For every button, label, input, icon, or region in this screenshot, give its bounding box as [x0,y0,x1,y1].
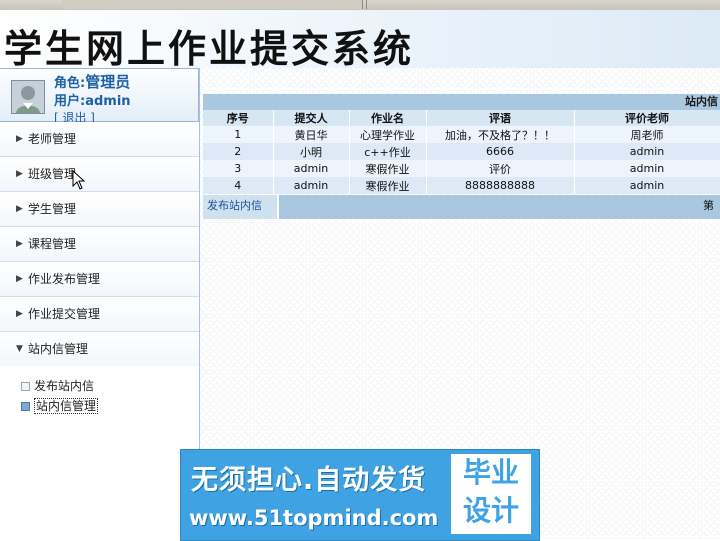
table-cell: 8888888888 [426,177,575,194]
user-avatar-icon [12,81,44,113]
table-cell: 周老师 [574,126,720,143]
watermark-url: www.51topmind.com [189,506,439,530]
submenu-item-label: 发布站内信 [34,379,95,393]
toolbar-segment [62,0,363,9]
sidebar-item-class-management[interactable]: ▶ 班级管理 [0,157,199,192]
chevron-right-icon: ▶ [16,204,23,214]
message-table: 序号 提交人 作业名 评语 评价老师 1 黄日华 心理学作业 加油，不及格了？！… [203,110,720,194]
chevron-right-icon: ▶ [16,134,23,144]
sidebar-item-homework-submit-management[interactable]: ▶ 作业提交管理 [0,297,199,332]
sidebar-item-message-management[interactable]: ▼ 站内信管理 [0,332,199,366]
column-header: 评价老师 [574,110,720,126]
chevron-down-icon: ▼ [16,344,23,354]
table-row: 4 admin 寒假作业 8888888888 admin [203,177,720,194]
sidebar-item-homework-publish-management[interactable]: ▶ 作业发布管理 [0,262,199,297]
submenu-item-publish-message[interactable]: 发布站内信 [0,376,199,396]
column-header: 序号 [203,110,274,126]
table-cell: 寒假作业 [349,160,427,177]
sidebar-item-label: 老师管理 [28,132,77,146]
table-row: 2 小明 c++作业 6666 admin [203,143,720,160]
submenu-item-message-management[interactable]: 站内信管理 [0,396,199,416]
submenu-item-label: 站内信管理 [34,398,99,414]
sidebar-item-label: 作业提交管理 [28,307,101,321]
chevron-right-icon: ▶ [16,169,23,179]
sidebar-item-label: 学生管理 [28,202,77,216]
table-cell: 4 [203,177,274,194]
role-label: 角色: [54,76,86,91]
table-cell: c++作业 [349,143,427,160]
table-cell: 评价 [426,160,575,177]
user-value: admin [85,94,131,109]
watermark-badge-bottom: 设计 [462,494,519,527]
message-panel: 站内信 序号 提交人 作业名 评语 评价老师 1 黄日华 心理学作业 加油，不及… [203,94,720,219]
table-row: 1 黄日华 心理学作业 加油，不及格了？！！ 周老师 [203,126,720,143]
column-header: 评语 [426,110,575,126]
table-cell: admin [273,160,350,177]
mouse-cursor-icon [72,170,86,190]
role-line: 角色:管理员 [54,71,130,92]
table-cell: 寒假作业 [349,177,427,194]
table-cell: admin [574,177,720,194]
watermark-badge: 毕业 设计 [451,454,531,534]
toolbar-segment [363,0,367,9]
user-line: 用户:admin [54,90,131,109]
table-cell: 6666 [426,143,575,160]
user-info-box: 角色:管理员 用户:admin [ 退出 ] [0,68,199,125]
sidebar: 角色:管理员 用户:admin [ 退出 ] ▶ 老师管理 ▶ 班级管理 ▶ 学… [0,68,200,539]
column-header: 作业名 [349,110,427,126]
system-title: 学生网上作业提交系统 [4,26,415,71]
sidebar-item-teacher-management[interactable]: ▶ 老师管理 [0,122,199,157]
table-cell: 2 [203,143,274,160]
sidebar-item-label: 站内信管理 [28,342,89,356]
panel-footer: 发布站内信 第 [203,195,720,219]
table-cell: admin [574,143,720,160]
watermark-slogan: 无须担心.自动发货 [191,465,427,496]
sidebar-item-label: 作业发布管理 [28,272,101,286]
sidebar-item-course-management[interactable]: ▶ 课程管理 [0,227,199,262]
publish-message-link[interactable]: 发布站内信 [203,195,279,219]
square-bullet-icon [21,402,30,411]
sidebar-item-student-management[interactable]: ▶ 学生管理 [0,192,199,227]
toolbar-segment [0,0,63,9]
chevron-right-icon: ▶ [16,239,23,249]
panel-title: 站内信 [203,94,720,110]
watermark-banner: 无须担心.自动发货 www.51topmind.com 毕业 设计 [180,449,540,541]
role-value: 管理员 [85,73,131,91]
pagination-text: 第 [703,199,714,212]
chevron-right-icon: ▶ [16,309,23,319]
watermark-badge-top: 毕业 [462,456,519,489]
table-cell: 心理学作业 [349,126,427,143]
submenu-spacer [0,366,199,376]
table-cell: 黄日华 [273,126,350,143]
chevron-right-icon: ▶ [16,274,23,284]
table-cell: 3 [203,160,274,177]
user-label: 用户: [54,94,86,109]
table-cell: 小明 [273,143,350,160]
table-row: 3 admin 寒假作业 评价 admin [203,160,720,177]
sidebar-item-label: 班级管理 [28,167,77,181]
column-header: 提交人 [273,110,350,126]
table-cell: admin [273,177,350,194]
table-cell: 1 [203,126,274,143]
table-cell: admin [574,160,720,177]
square-bullet-icon [21,382,30,391]
avatar [11,80,45,114]
page-header: 学生网上作业提交系统 [0,10,720,71]
table-header-row: 序号 提交人 作业名 评语 评价老师 [203,110,720,126]
table-cell: 加油，不及格了？！！ [426,126,575,143]
sidebar-item-label: 课程管理 [28,237,77,251]
